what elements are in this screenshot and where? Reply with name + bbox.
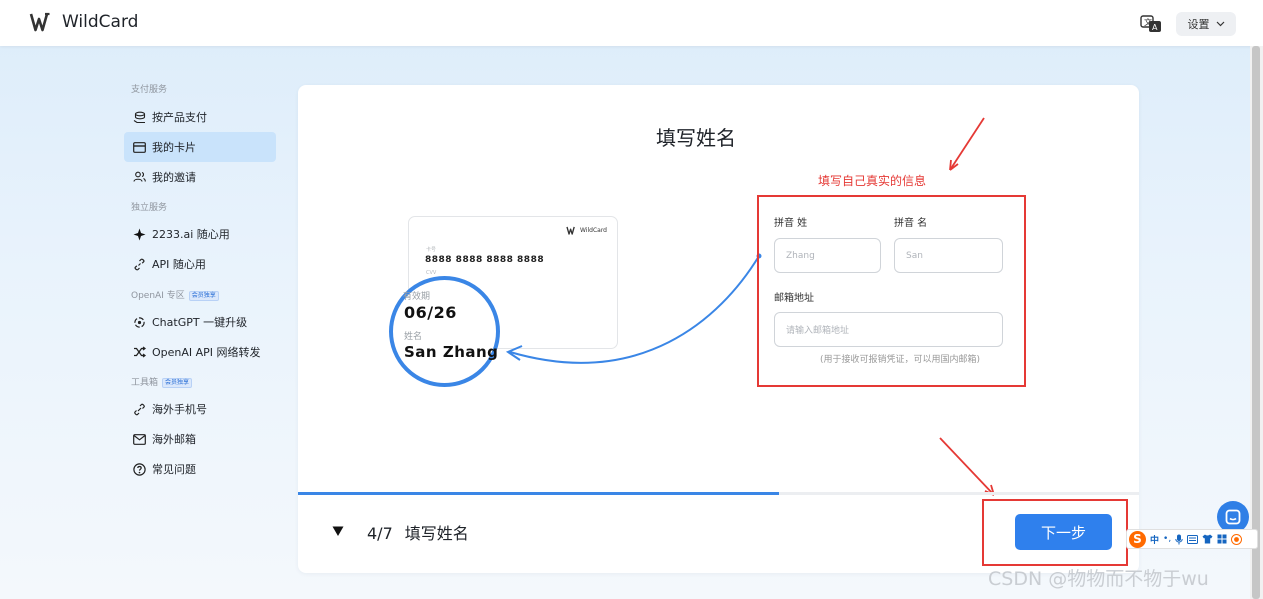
sidebar-item-label: ChatGPT 一键升级 (152, 316, 248, 329)
link-icon (132, 257, 146, 271)
keyboard-icon[interactable] (1187, 534, 1199, 544)
triangle-down-icon[interactable] (332, 525, 344, 537)
sidebar-item-overseas-phone[interactable]: 海外手机号 (124, 394, 276, 424)
ime-language-toggle[interactable]: 中 (1150, 533, 1159, 546)
card-number-label: 卡号 (426, 247, 437, 253)
sidebar-item-label: 按产品支付 (152, 111, 207, 124)
watermark: CSDN @物物而不物于wu (988, 568, 1209, 590)
first-name-label: 拼音 名 (894, 218, 928, 229)
cardholder-name: San Zhang (404, 343, 499, 361)
sparkle-icon (132, 227, 146, 241)
sidebar-item-label: API 随心用 (152, 258, 206, 271)
first-name-input[interactable]: San (894, 238, 1003, 273)
question-icon (132, 462, 146, 476)
svg-text:A: A (1152, 23, 1158, 32)
sidebar-item-label: 海外邮箱 (152, 433, 196, 446)
grid-menu-icon[interactable] (1217, 534, 1227, 544)
step-title: 填写姓名 (404, 524, 469, 543)
sidebar-item-faq[interactable]: 常见问题 (124, 454, 276, 484)
sidebar-item-label: OpenAI API 网络转发 (152, 346, 261, 359)
sidebar-item-label: 我的卡片 (152, 141, 196, 154)
sidebar-item-label: 海外手机号 (152, 403, 207, 416)
microphone-icon[interactable] (1175, 534, 1183, 545)
skin-shirt-icon[interactable] (1202, 534, 1213, 544)
email-input[interactable]: 请输入邮箱地址 (774, 312, 1003, 347)
ime-logo[interactable]: S (1129, 530, 1146, 548)
next-step-button[interactable]: 下一步 (1015, 514, 1112, 550)
last-name-label: 拼音 姓 (774, 218, 808, 229)
step-indicator: 4/7 填写姓名 (367, 520, 469, 544)
page-scrollbar-thumb[interactable] (1252, 46, 1260, 599)
app-logo[interactable]: WildCard (29, 12, 138, 32)
email-placeholder: 请输入邮箱地址 (786, 326, 850, 336)
wildcard-logo-icon (566, 226, 575, 235)
sidebar-item-label: 常见问题 (152, 463, 196, 476)
sidebar-item-pay-by-product[interactable]: 按产品支付 (124, 102, 276, 132)
coins-icon (132, 110, 146, 124)
sidebar-item-label: 2233.ai 随心用 (152, 228, 230, 241)
sidebar-item-label: 我的邀请 (152, 171, 196, 184)
credit-card-icon (132, 140, 146, 154)
sidebar-item-2233ai[interactable]: 2233.ai 随心用 (124, 219, 276, 249)
email-hint: (用于接收可报销凭证，可以用国内邮箱) (820, 355, 981, 365)
card-brand: WildCard (566, 226, 607, 235)
sidebar-section-title: OpenAI 专区 会员独享 (124, 288, 276, 304)
openai-icon (132, 315, 146, 329)
sidebar-section-title: 支付服务 (131, 85, 168, 95)
sidebar-item-api[interactable]: API 随心用 (124, 249, 276, 279)
settings-label: 设置 (1187, 18, 1210, 31)
page-title: 填写姓名 (656, 126, 736, 150)
chat-icon (1225, 509, 1241, 525)
phone-link-icon (132, 402, 146, 416)
sidebar-item-openai-api-forward[interactable]: OpenAI API 网络转发 (124, 337, 276, 367)
sidebar-item-my-invites[interactable]: 我的邀请 (124, 162, 276, 192)
email-label: 邮箱地址 (774, 293, 814, 304)
annotation-note: 填写自己真实的信息 (818, 174, 927, 188)
punctuation-icon[interactable]: •, (1163, 534, 1171, 544)
member-badge: 会员独享 (188, 291, 219, 301)
sidebar: 支付服务 按产品支付 我的卡片 我的邀请 独立服务 2233.ai 随心用 AP… (124, 82, 276, 484)
expiry-value: 06/26 (404, 303, 457, 322)
sidebar-section-title: 工具箱 会员独享 (124, 375, 276, 391)
cvv-label: CVV (426, 270, 437, 276)
progress-fill (298, 492, 779, 495)
settings-dropdown[interactable]: 设置 (1176, 12, 1236, 36)
ime-toolbar[interactable]: S 中 •, (1126, 529, 1258, 549)
translate-icon[interactable]: 文 A (1140, 14, 1162, 34)
chevron-down-icon (1216, 21, 1224, 27)
last-name-placeholder: Zhang (786, 250, 815, 261)
sidebar-item-chatgpt-upgrade[interactable]: ChatGPT 一键升级 (124, 307, 276, 337)
step-counter: 4/7 (367, 524, 393, 543)
sidebar-item-overseas-email[interactable]: 海外邮箱 (124, 424, 276, 454)
mail-icon (132, 432, 146, 446)
name-label: 姓名 (404, 332, 423, 342)
sidebar-item-my-cards[interactable]: 我的卡片 (124, 132, 276, 162)
shuffle-icon (132, 345, 146, 359)
app-name: WildCard (62, 12, 139, 32)
wildcard-logo-icon (29, 12, 50, 32)
svg-text:文: 文 (1144, 17, 1152, 27)
users-icon (132, 170, 146, 184)
member-badge: 会员独享 (162, 378, 193, 388)
card-number: 8888 8888 8888 8888 (425, 255, 545, 265)
sidebar-section-title: 独立服务 (131, 203, 168, 213)
first-name-placeholder: San (906, 250, 923, 261)
last-name-input[interactable]: Zhang (774, 238, 881, 273)
top-bar: WildCard 文 A 设置 (0, 0, 1263, 46)
expiry-label: 有效期 (403, 292, 431, 302)
ime-avatar-icon[interactable] (1231, 533, 1243, 545)
